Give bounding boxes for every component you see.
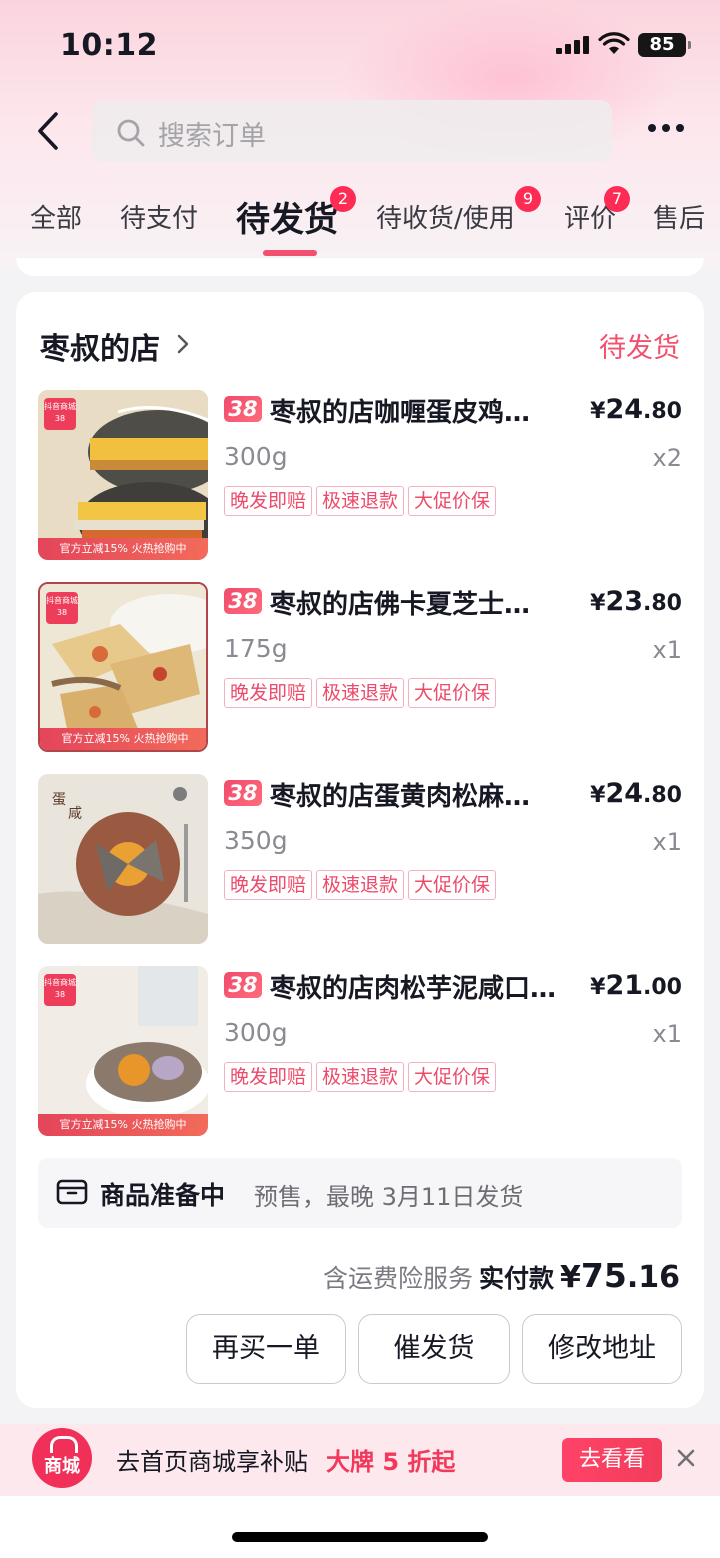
order-total: 含运费险服务 实付款 ¥75.16 (323, 1256, 680, 1295)
rebuy-button[interactable]: 再买一单 (186, 1314, 346, 1384)
product-spec: 350g (224, 826, 288, 855)
paid-label: 实付款 (479, 1264, 555, 1293)
product-image-banner: 官方立减15% 火热抢购中 (38, 538, 208, 560)
promo-38-badge: 38 (224, 972, 262, 998)
prep-note: 预售，最晚 3月11日发货 (254, 1183, 524, 1211)
promo-38-badge: 38 (224, 780, 262, 806)
tag-fast-refund: 极速退款 (316, 870, 405, 900)
tag-price-protection: 大促价保 (408, 486, 497, 516)
product-spec: 175g (224, 634, 288, 663)
search-icon (117, 119, 145, 147)
wifi-icon (598, 32, 630, 54)
order-item[interactable]: 抖音商城 38 官方立减15% 火热抢购中 38 枣叔的店肉松芋泥咸口… ¥21.… (38, 966, 684, 1136)
product-title[interactable]: 枣叔的店肉松芋泥咸口… (270, 968, 570, 1005)
search-input[interactable]: 搜索订单 (92, 100, 612, 162)
product-spec: 300g (224, 1018, 288, 1047)
order-card[interactable]: 枣叔的店 待发货 抖音商城 38 官方立减15% 火热抢购中 38 枣叔的店咖喱蛋… (16, 292, 704, 1408)
pastry-illustration: 蛋 咸 (38, 774, 208, 944)
close-icon[interactable] (676, 1448, 696, 1468)
tag-fast-refund: 极速退款 (316, 1062, 405, 1092)
product-image[interactable]: 抖音商城 38 官方立减15% 火热抢购中 (38, 582, 208, 752)
product-price: ¥24.80 (590, 778, 682, 809)
product-title[interactable]: 枣叔的店蛋黄肉松麻… (270, 776, 570, 813)
product-image-banner: 官方立减15% 火热抢购中 (40, 728, 206, 750)
search-placeholder: 搜索订单 (158, 121, 266, 152)
product-image-banner: 官方立减15% 火热抢购中 (38, 1114, 208, 1136)
tab-after-sales[interactable]: 售后 (653, 198, 705, 235)
store-logo-badge: 抖音商城 38 (44, 398, 76, 430)
back-arrow-icon[interactable] (30, 106, 70, 156)
order-item[interactable]: 抖音商城 38 官方立减15% 火热抢购中 38 枣叔的店咖喱蛋皮鸡… ¥24.8… (38, 390, 684, 560)
status-time: 10:12 (60, 28, 158, 63)
order-status-tabs: 全部 待支付 待发货 2 待收货/使用 9 评价 7 售后 (0, 180, 720, 260)
banner-text: 去首页商城享补贴 (116, 1448, 308, 1476)
service-tags: 晚发即赔 极速退款 大促价保 (224, 870, 500, 900)
tab-all[interactable]: 全部 (30, 198, 82, 235)
promo-38-badge: 38 (224, 588, 262, 614)
package-box-icon (56, 1179, 88, 1205)
promo-38-badge: 38 (224, 396, 262, 422)
tab-badge-pending-shipment: 2 (330, 186, 356, 212)
store-logo-badge: 抖音商城 38 (44, 974, 76, 1006)
urge-shipment-button[interactable]: 催发货 (358, 1314, 510, 1384)
shop-name[interactable]: 枣叔的店 (40, 324, 160, 368)
product-price: ¥21.00 (590, 970, 682, 1001)
svg-text:蛋: 蛋 (52, 792, 66, 808)
shipping-insurance-note: 含运费险服务 (323, 1264, 474, 1293)
chevron-right-icon[interactable] (174, 332, 192, 356)
store-logo-badge: 抖音商城 38 (46, 592, 78, 624)
tag-late-ship-compensation: 晚发即赔 (224, 1062, 313, 1092)
previous-order-card-edge (16, 258, 704, 276)
tab-badge-review: 7 (604, 186, 630, 212)
product-image[interactable]: 蛋 咸 (38, 774, 208, 944)
tab-badge-pending-receipt: 9 (515, 186, 541, 212)
product-price: ¥24.80 (590, 394, 682, 425)
order-status: 待发货 (599, 333, 680, 364)
tag-price-protection: 大促价保 (408, 1062, 497, 1092)
tag-late-ship-compensation: 晚发即赔 (224, 678, 313, 708)
tag-fast-refund: 极速退款 (316, 678, 405, 708)
shipping-prep-notice: 商品准备中 预售，最晚 3月11日发货 (38, 1158, 682, 1228)
product-image[interactable]: 抖音商城 38 官方立减15% 火热抢购中 (38, 966, 208, 1136)
tag-fast-refund: 极速退款 (316, 486, 405, 516)
tab-pending-shipment[interactable]: 待发货 (236, 192, 338, 241)
service-tags: 晚发即赔 极速退款 大促价保 (224, 678, 500, 708)
paid-amount: ¥75.16 (560, 1256, 680, 1295)
tag-price-protection: 大促价保 (408, 678, 497, 708)
bottom-safe-area (0, 1496, 720, 1558)
banner-highlight: 大牌 5 折起 (326, 1448, 456, 1476)
status-bar: 10:12 85 (0, 0, 720, 90)
product-title[interactable]: 枣叔的店咖喱蛋皮鸡… (270, 392, 570, 429)
order-item[interactable]: 蛋 咸 38 枣叔的店蛋黄肉松麻… ¥24.80 350g x1 晚发即赔 极速退… (38, 774, 684, 944)
product-quantity: x2 (652, 444, 682, 472)
service-tags: 晚发即赔 极速退款 大促价保 (224, 486, 500, 516)
tag-late-ship-compensation: 晚发即赔 (224, 486, 313, 516)
edit-address-button[interactable]: 修改地址 (522, 1314, 682, 1384)
battery-indicator: 85 (638, 33, 691, 57)
product-quantity: x1 (652, 636, 682, 664)
order-item[interactable]: 抖音商城 38 官方立减15% 火热抢购中 38 枣叔的店佛卡夏芝士… ¥23.8… (38, 582, 684, 752)
product-quantity: x1 (652, 828, 682, 856)
tag-late-ship-compensation: 晚发即赔 (224, 870, 313, 900)
more-options-icon[interactable] (646, 124, 686, 136)
product-image[interactable]: 抖音商城 38 官方立减15% 火热抢购中 (38, 390, 208, 560)
top-nav: 搜索订单 (0, 96, 720, 166)
product-title[interactable]: 枣叔的店佛卡夏芝士… (270, 584, 570, 621)
mall-promo-banner[interactable]: 商城 去首页商城享补贴 大牌 5 折起 去看看 (0, 1424, 720, 1496)
product-spec: 300g (224, 442, 288, 471)
home-indicator[interactable] (232, 1532, 488, 1542)
product-quantity: x1 (652, 1020, 682, 1048)
tag-price-protection: 大促价保 (408, 870, 497, 900)
product-price: ¥23.80 (590, 586, 682, 617)
tab-pending-receipt[interactable]: 待收货/使用 (376, 198, 515, 235)
cellular-signal-icon (556, 36, 592, 54)
prep-title: 商品准备中 (100, 1181, 226, 1210)
tab-pending-payment[interactable]: 待支付 (120, 198, 198, 235)
active-tab-indicator (263, 250, 317, 256)
svg-text:咸: 咸 (68, 806, 82, 822)
service-tags: 晚发即赔 极速退款 大促价保 (224, 1062, 500, 1092)
banner-go-button[interactable]: 去看看 (562, 1438, 662, 1482)
mall-logo: 商城 (32, 1428, 92, 1488)
